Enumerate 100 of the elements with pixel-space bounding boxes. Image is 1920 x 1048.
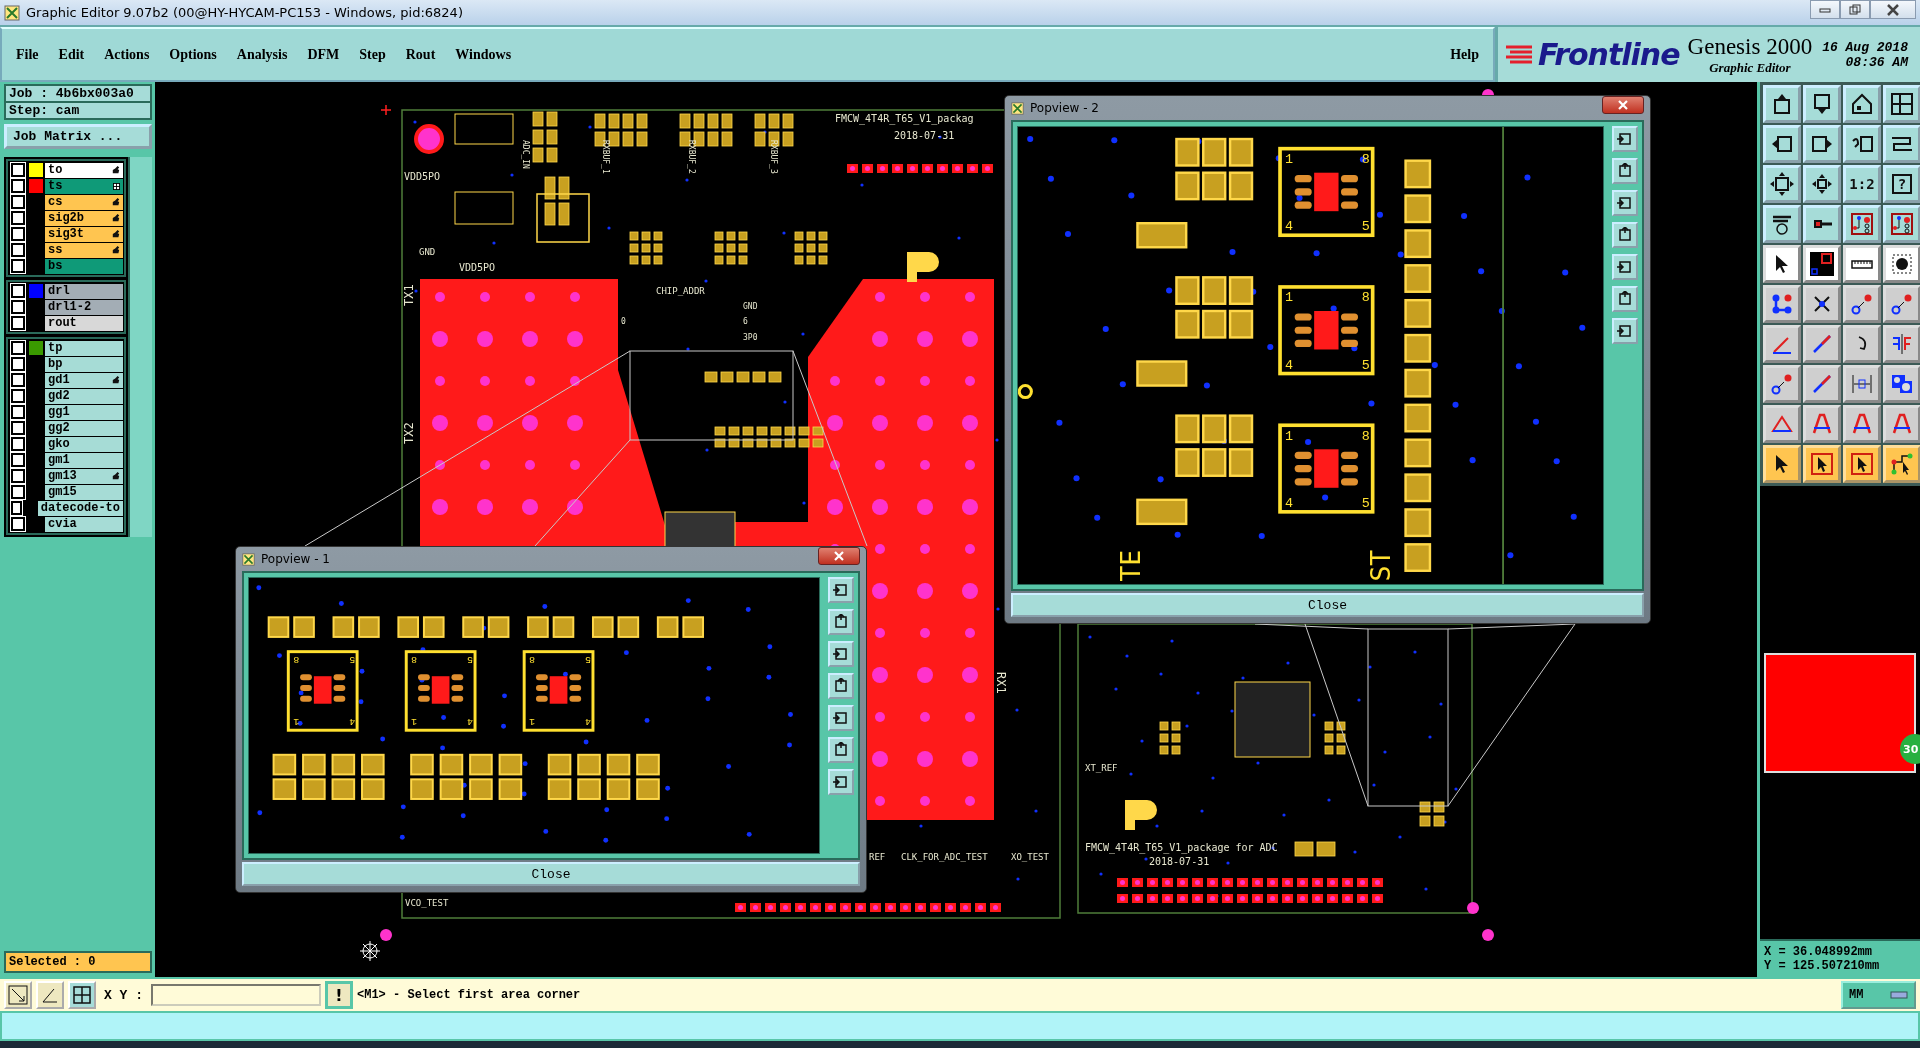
tool-button[interactable]: [1883, 245, 1920, 283]
layer-checkbox[interactable]: [11, 211, 25, 225]
xy-input-field[interactable]: [151, 984, 321, 1006]
tool-button[interactable]: [1763, 205, 1801, 243]
layer-name[interactable]: sig2b: [45, 210, 123, 226]
menu-item[interactable]: DFM: [307, 46, 340, 63]
view-tool-button[interactable]: [828, 641, 854, 667]
view-tool-button[interactable]: [828, 737, 854, 763]
tool-button[interactable]: [1803, 445, 1841, 483]
layer-checkbox[interactable]: [11, 405, 25, 419]
tool-button[interactable]: [1803, 205, 1841, 243]
tool-button[interactable]: [1843, 205, 1881, 243]
view-tool-button[interactable]: [1612, 286, 1638, 312]
tool-button[interactable]: 1:2: [1843, 165, 1881, 203]
layer-name[interactable]: to: [45, 162, 123, 178]
layer-checkbox[interactable]: [11, 373, 25, 387]
layer-name[interactable]: rout: [45, 315, 123, 331]
popview-canvas[interactable]: 8 5 1 4 8 5 1 4 8 5 1 4: [248, 577, 820, 854]
layer-name[interactable]: gm13: [45, 468, 123, 484]
menu-item[interactable]: Edit: [58, 46, 85, 63]
menu-item[interactable]: Step: [359, 46, 386, 63]
layer-name[interactable]: sig3t: [45, 226, 123, 242]
layer-name[interactable]: drl1-2: [45, 299, 123, 315]
layer-checkbox[interactable]: [11, 243, 25, 257]
layer-checkbox[interactable]: [11, 437, 25, 451]
close-popview-button[interactable]: Close: [1011, 593, 1644, 617]
tool-button[interactable]: [1803, 125, 1841, 163]
minimize-button[interactable]: [1810, 0, 1840, 19]
view-tool-button[interactable]: [1612, 126, 1638, 152]
tool-button[interactable]: [1843, 85, 1881, 123]
menu-item[interactable]: Options: [169, 46, 217, 63]
tool-button[interactable]: [1843, 245, 1881, 283]
maximize-button[interactable]: [1840, 0, 1870, 19]
layer-checkbox[interactable]: [11, 357, 25, 371]
job-matrix-button[interactable]: Job Matrix ...: [4, 124, 152, 149]
layer-name[interactable]: gd2: [45, 388, 123, 404]
tool-button[interactable]: [1803, 285, 1841, 323]
view-tool-button[interactable]: [828, 673, 854, 699]
tool-button[interactable]: [1843, 125, 1881, 163]
layer-name[interactable]: cvia: [45, 516, 123, 532]
layer-checkbox[interactable]: [11, 163, 25, 177]
layer-name[interactable]: gd1: [45, 372, 123, 388]
menu-item[interactable]: Analysis: [236, 46, 288, 63]
view-tool-button[interactable]: [828, 577, 854, 603]
help-menu[interactable]: Help: [1450, 46, 1479, 63]
layer-checkbox[interactable]: [11, 453, 25, 467]
view-tool-button[interactable]: [828, 769, 854, 795]
menu-item[interactable]: Windows: [455, 46, 512, 63]
view-tool-button[interactable]: [828, 705, 854, 731]
layer-name[interactable]: ts: [45, 178, 123, 194]
layer-checkbox[interactable]: [11, 316, 25, 330]
layer-checkbox[interactable]: [11, 195, 25, 209]
alert-button[interactable]: !: [325, 981, 353, 1009]
popview-canvas[interactable]: 1 8 4 5 1 8 4 5 1 8 4 5 TE ST: [1017, 126, 1604, 585]
layer-name[interactable]: bs: [45, 258, 123, 274]
close-popview-button[interactable]: Close: [242, 862, 860, 886]
close-button[interactable]: [1870, 0, 1916, 19]
tool-button[interactable]: [1763, 445, 1801, 483]
layer-checkbox[interactable]: [11, 259, 25, 273]
layer-checkbox[interactable]: [11, 421, 25, 435]
view-tool-button[interactable]: [1612, 158, 1638, 184]
tool-button[interactable]: [1803, 245, 1841, 283]
layer-name[interactable]: drl: [45, 283, 123, 299]
view-tool-button[interactable]: [1612, 254, 1638, 280]
layer-checkbox[interactable]: [11, 341, 25, 355]
layer-name[interactable]: bp: [45, 356, 123, 372]
close-button[interactable]: [818, 547, 860, 565]
tool-button[interactable]: [1883, 205, 1920, 243]
layer-checkbox[interactable]: [11, 284, 25, 298]
layer-checkbox[interactable]: [11, 300, 25, 314]
tool-button[interactable]: [1803, 165, 1841, 203]
layer-checkbox[interactable]: [11, 179, 25, 193]
layer-checkbox[interactable]: [11, 469, 25, 483]
tool-button[interactable]: [1843, 445, 1881, 483]
tool-button[interactable]: [1803, 85, 1841, 123]
view-tool-button[interactable]: [1612, 222, 1638, 248]
tool-button[interactable]: [1883, 445, 1920, 483]
layer-name[interactable]: ss: [45, 242, 123, 258]
tool-button[interactable]: [1883, 125, 1920, 163]
view-tool-button[interactable]: [1612, 318, 1638, 344]
layer-checkbox[interactable]: [11, 501, 22, 515]
layer-checkbox[interactable]: [11, 389, 25, 403]
menu-item[interactable]: Rout: [405, 46, 436, 63]
layer-checkbox[interactable]: [11, 517, 25, 531]
layer-name[interactable]: gg2: [45, 420, 123, 436]
menu-item[interactable]: File: [16, 46, 39, 63]
layer-name[interactable]: tp: [45, 340, 123, 356]
layer-name[interactable]: gg1: [45, 404, 123, 420]
layer-name[interactable]: gm1: [45, 452, 123, 468]
tool-button[interactable]: [1763, 245, 1801, 283]
tool-button[interactable]: [1763, 165, 1801, 203]
layer-checkbox[interactable]: [11, 485, 25, 499]
layer-name[interactable]: gko: [45, 436, 123, 452]
tool-button[interactable]: ?: [1883, 165, 1920, 203]
layer-name[interactable]: gm15: [45, 484, 123, 500]
view-tool-button[interactable]: [828, 609, 854, 635]
tool-button[interactable]: [1883, 85, 1920, 123]
tool-button[interactable]: [1763, 125, 1801, 163]
layer-name[interactable]: cs: [45, 194, 123, 210]
units-dropdown[interactable]: MM: [1841, 981, 1916, 1009]
